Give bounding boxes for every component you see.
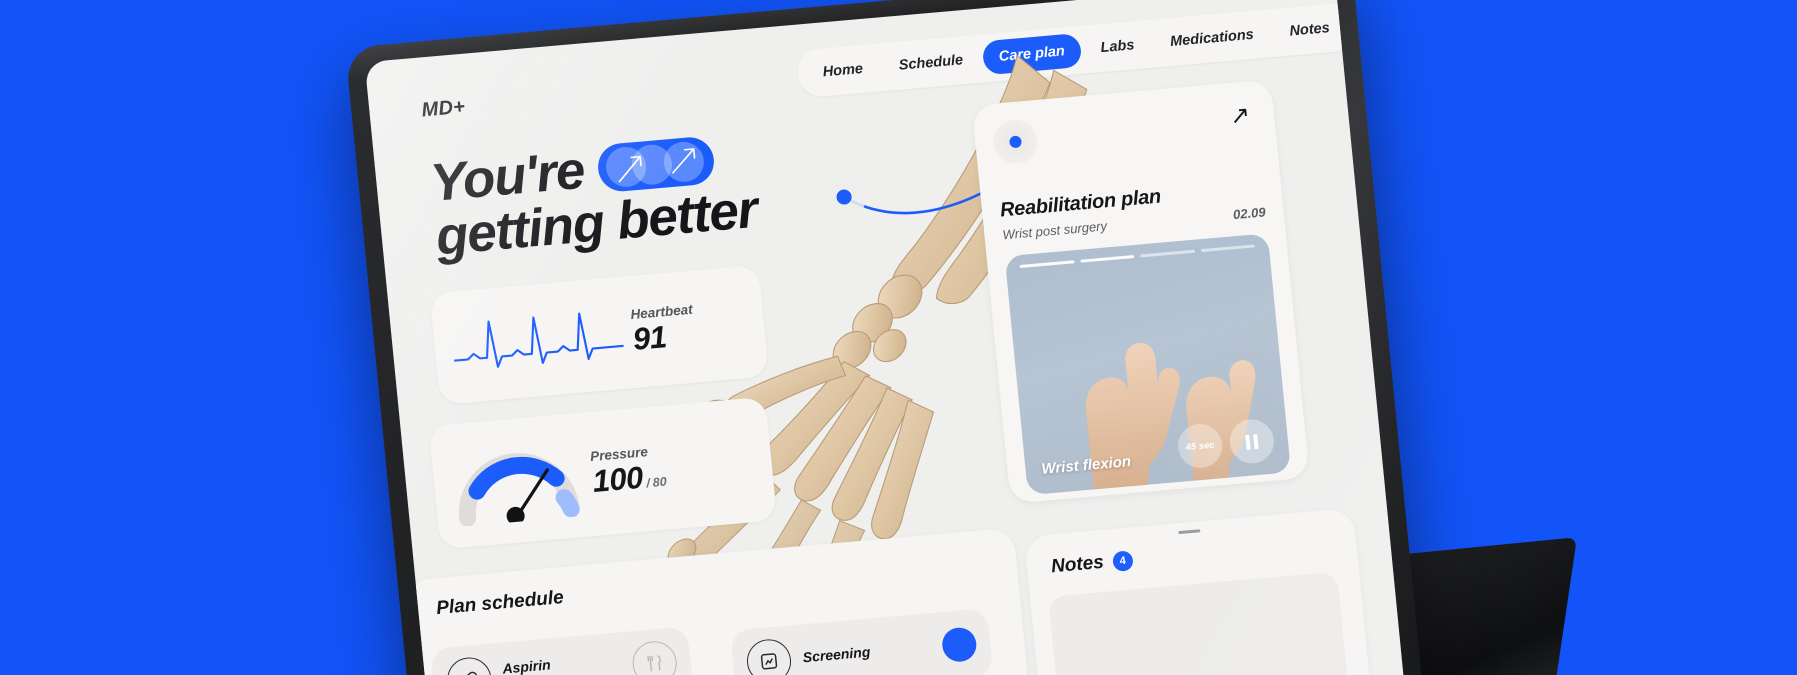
plan-schedule-title: Plan schedule bbox=[435, 587, 565, 620]
utensils-icon bbox=[630, 639, 679, 675]
exercise-video[interactable]: Wrist flexion 45 sec bbox=[1004, 233, 1292, 496]
app-logo[interactable]: MD+ bbox=[421, 96, 467, 123]
blue-dot-button[interactable] bbox=[940, 626, 978, 664]
note-card[interactable] bbox=[1048, 571, 1349, 675]
notes-count-badge: 4 bbox=[1111, 550, 1134, 572]
rehab-subtitle: Wrist post surgery bbox=[1001, 218, 1108, 243]
pressure-card[interactable]: Pressure 100 / 80 bbox=[428, 396, 778, 550]
plan-item-title: Aspirin bbox=[501, 655, 552, 675]
arrow-up-right-circles-icon bbox=[595, 135, 716, 194]
arrow-up-right-icon[interactable]: ↗ bbox=[1222, 99, 1257, 134]
target-dot-icon bbox=[991, 118, 1040, 166]
notes-title: Notes bbox=[1050, 551, 1105, 578]
pressure-secondary-value: 80 bbox=[652, 474, 668, 490]
pause-icon[interactable] bbox=[1227, 417, 1276, 466]
device-screen: MD+ Home Schedule Care plan Labs Medicat… bbox=[364, 0, 1408, 675]
nav-item-care-plan[interactable]: Care plan bbox=[981, 32, 1083, 76]
heartbeat-card[interactable]: Heartbeat 91 bbox=[429, 264, 770, 406]
pressure-separator: / bbox=[645, 475, 651, 490]
panel-drag-handle[interactable] bbox=[1178, 529, 1201, 535]
notes-panel: Notes 4 bbox=[1024, 507, 1378, 675]
rehab-date: 02.09 bbox=[1232, 204, 1267, 223]
document-icon bbox=[744, 637, 794, 675]
tablet-device: MD+ Home Schedule Care plan Labs Medicat… bbox=[345, 0, 1428, 675]
rehabilitation-plan-card[interactable]: ↗ Reabilitation plan Wrist post surgery … bbox=[971, 79, 1310, 504]
nav-item-labs[interactable]: Labs bbox=[1083, 27, 1152, 67]
gauge-icon bbox=[458, 453, 580, 527]
heartbeat-value: 91 bbox=[631, 318, 668, 357]
screenshot-stage: MD+ Home Schedule Care plan Labs Medicat… bbox=[0, 0, 1797, 675]
app-root: MD+ Home Schedule Care plan Labs Medicat… bbox=[365, 0, 1408, 675]
plan-item-title: Screening bbox=[802, 643, 872, 666]
hero-heading: You're getting better bbox=[428, 121, 857, 267]
ecg-line-icon bbox=[453, 312, 625, 368]
plan-item-aspirin[interactable]: Aspirin 120 mg, Daily bbox=[430, 626, 694, 675]
pressure-value: 100 bbox=[590, 459, 645, 499]
nav-item-schedule[interactable]: Schedule bbox=[881, 42, 980, 84]
nav-item-home[interactable]: Home bbox=[805, 51, 880, 91]
pill-icon bbox=[445, 655, 494, 675]
nav-item-notes[interactable]: Notes bbox=[1272, 10, 1347, 50]
plan-item-screening[interactable]: Screening bbox=[729, 608, 994, 675]
nav-item-medications[interactable]: Medications bbox=[1153, 16, 1272, 60]
video-controls: 45 sec bbox=[1175, 417, 1276, 470]
plan-schedule-panel: Plan schedule Aspirin 120 mg, Daily bbox=[405, 527, 1039, 675]
video-timer: 45 sec bbox=[1175, 422, 1225, 470]
